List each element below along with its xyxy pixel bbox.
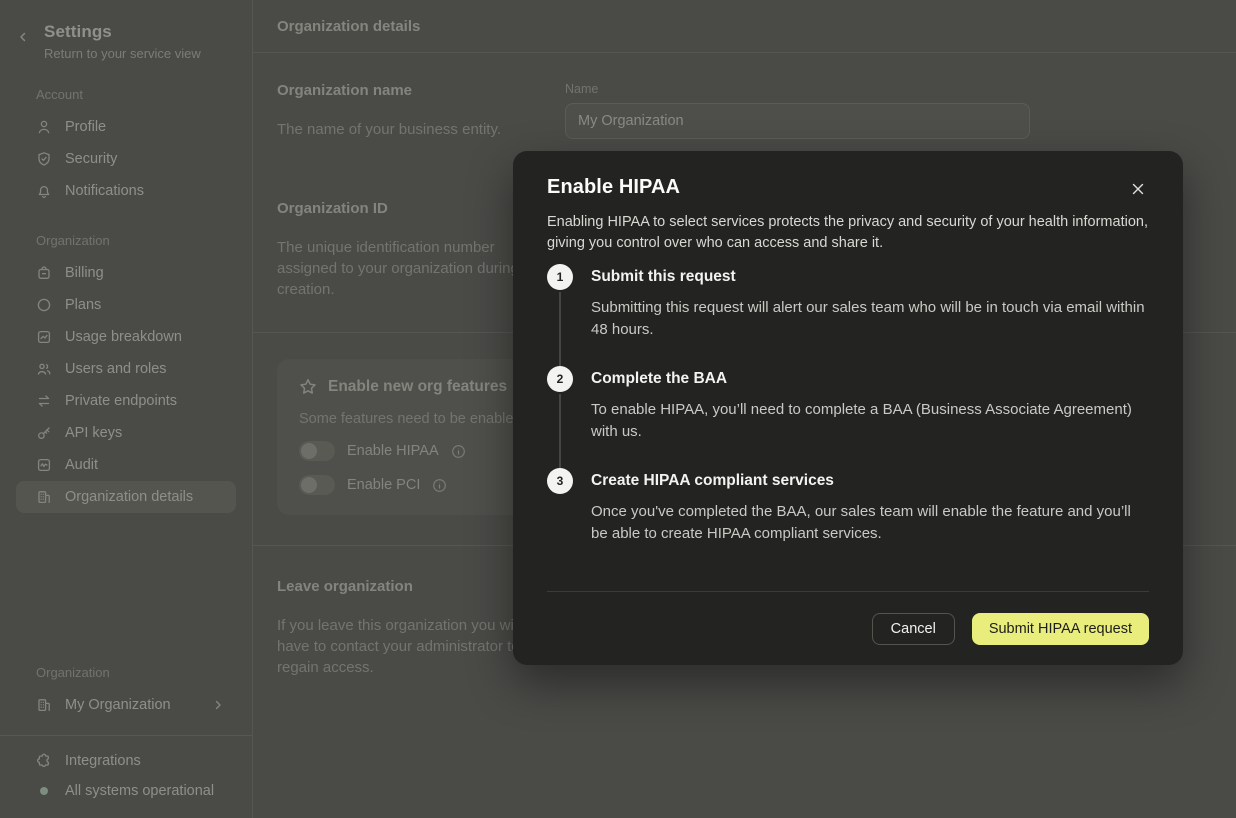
circle-icon (36, 297, 52, 313)
star-icon (299, 378, 317, 396)
org-id-description: The unique identification number assigne… (277, 237, 549, 300)
step-1: 1 Submit this request Submitting this re… (547, 264, 1149, 366)
audit-log-icon (36, 457, 52, 473)
submit-hipaa-request-button[interactable]: Submit HIPAA request (972, 613, 1149, 645)
sidebar-item-label: Usage breakdown (65, 329, 182, 345)
modal-title: Enable HIPAA (547, 176, 680, 199)
step-title: Submit this request (591, 264, 1149, 290)
swap-arrows-icon (36, 393, 52, 409)
step-number-badge: 2 (547, 366, 573, 392)
page-title: Organization details (277, 18, 420, 35)
settings-sidebar: Settings Return to your service view Acc… (0, 0, 253, 818)
org-name-title: Organization name (277, 82, 549, 99)
pci-toggle-label: Enable PCI (347, 477, 420, 493)
close-button[interactable] (1127, 178, 1149, 200)
step-description: To enable HIPAA, you’ll need to complete… (591, 399, 1149, 442)
sidebar-item-api-keys[interactable]: API keys (16, 417, 236, 449)
leave-org-description: If you leave this organization you will … (277, 615, 549, 678)
sidebar-item-label: Profile (65, 119, 106, 135)
integrations-label: Integrations (65, 753, 141, 769)
sidebar-divider (0, 735, 252, 736)
sidebar-item-label: Notifications (65, 183, 144, 199)
info-icon[interactable] (432, 478, 447, 493)
section-label-account: Account (0, 87, 252, 102)
enable-hipaa-toggle[interactable] (299, 441, 335, 461)
hipaa-toggle-label: Enable HIPAA (347, 443, 439, 459)
sidebar-item-label: Audit (65, 457, 98, 473)
step-description: Once you've completed the BAA, our sales… (591, 501, 1149, 544)
puzzle-icon (36, 753, 52, 769)
step-2: 2 Complete the BAA To enable HIPAA, you’… (547, 366, 1149, 468)
sidebar-item-organization-details[interactable]: Organization details (16, 481, 236, 513)
system-status-link[interactable]: All systems operational (0, 776, 252, 806)
building-icon (36, 489, 52, 505)
enable-hipaa-modal: Enable HIPAA Enabling HIPAA to select se… (513, 151, 1183, 665)
chevron-left-icon (17, 31, 29, 43)
users-icon (36, 361, 52, 377)
bell-icon (36, 183, 52, 199)
org-name-section: Organization name The name of your busin… (277, 82, 1212, 140)
page-header: Organization details (253, 0, 1236, 53)
toggle-knob (301, 477, 317, 493)
sidebar-title: Settings (44, 22, 201, 42)
back-button[interactable] (10, 24, 36, 50)
sidebar-bottom: Organization My Organization Integrat (0, 639, 252, 806)
modal-footer-divider (547, 591, 1149, 592)
org-name-description: The name of your business entity. (277, 119, 549, 140)
steps-list: 1 Submit this request Submitting this re… (547, 264, 1149, 544)
toggle-knob (301, 443, 317, 459)
step-number-badge: 3 (547, 468, 573, 494)
info-icon[interactable] (451, 444, 466, 459)
account-nav: Profile Security Notifications (0, 111, 252, 207)
org-switcher-label: My Organization (65, 697, 171, 713)
organization-nav: Billing Plans Usage breakdown Users and … (0, 257, 252, 513)
step-number-badge: 1 (547, 264, 573, 290)
sidebar-item-security[interactable]: Security (16, 143, 236, 175)
chart-icon (36, 329, 52, 345)
sidebar-item-billing[interactable]: Billing (16, 257, 236, 289)
org-switcher-row[interactable]: My Organization (16, 689, 236, 721)
sidebar-item-label: Security (65, 151, 117, 167)
section-label-organization: Organization (0, 233, 252, 248)
sidebar-item-label: Users and roles (65, 361, 167, 377)
close-icon (1131, 182, 1145, 196)
modal-intro-text: Enabling HIPAA to select services protec… (547, 212, 1149, 254)
step-description: Submitting this request will alert our s… (591, 297, 1149, 340)
name-field-label: Name (565, 82, 1030, 96)
sidebar-item-private-endpoints[interactable]: Private endpoints (16, 385, 236, 417)
building-icon (36, 697, 52, 713)
sidebar-item-users-and-roles[interactable]: Users and roles (16, 353, 236, 385)
chevron-right-icon (212, 699, 224, 711)
sidebar-item-profile[interactable]: Profile (16, 111, 236, 143)
key-icon (36, 425, 52, 441)
sidebar-subtitle: Return to your service view (44, 46, 201, 61)
features-card-title: Enable new org features (328, 378, 507, 396)
status-dot-icon (40, 787, 48, 795)
sidebar-item-label: Private endpoints (65, 393, 177, 409)
enable-pci-toggle[interactable] (299, 475, 335, 495)
integrations-link[interactable]: Integrations (0, 746, 252, 776)
step-title: Create HIPAA compliant services (591, 468, 1149, 494)
step-title: Complete the BAA (591, 366, 1149, 392)
cancel-button[interactable]: Cancel (872, 613, 955, 645)
sidebar-item-label: Organization details (65, 489, 193, 505)
sidebar-item-label: API keys (65, 425, 122, 441)
sidebar-item-label: Plans (65, 297, 101, 313)
sidebar-item-plans[interactable]: Plans (16, 289, 236, 321)
sidebar-item-notifications[interactable]: Notifications (16, 175, 236, 207)
sidebar-item-audit[interactable]: Audit (16, 449, 236, 481)
billing-icon (36, 265, 52, 281)
section-label-organization-switcher: Organization (0, 665, 252, 680)
sidebar-header: Settings Return to your service view (0, 16, 252, 61)
org-name-input[interactable] (565, 103, 1030, 139)
step-3: 3 Create HIPAA compliant services Once y… (547, 468, 1149, 544)
sidebar-item-label: Billing (65, 265, 104, 281)
shield-check-icon (36, 151, 52, 167)
system-status-label: All systems operational (65, 783, 214, 799)
sidebar-item-usage-breakdown[interactable]: Usage breakdown (16, 321, 236, 353)
user-icon (36, 119, 52, 135)
